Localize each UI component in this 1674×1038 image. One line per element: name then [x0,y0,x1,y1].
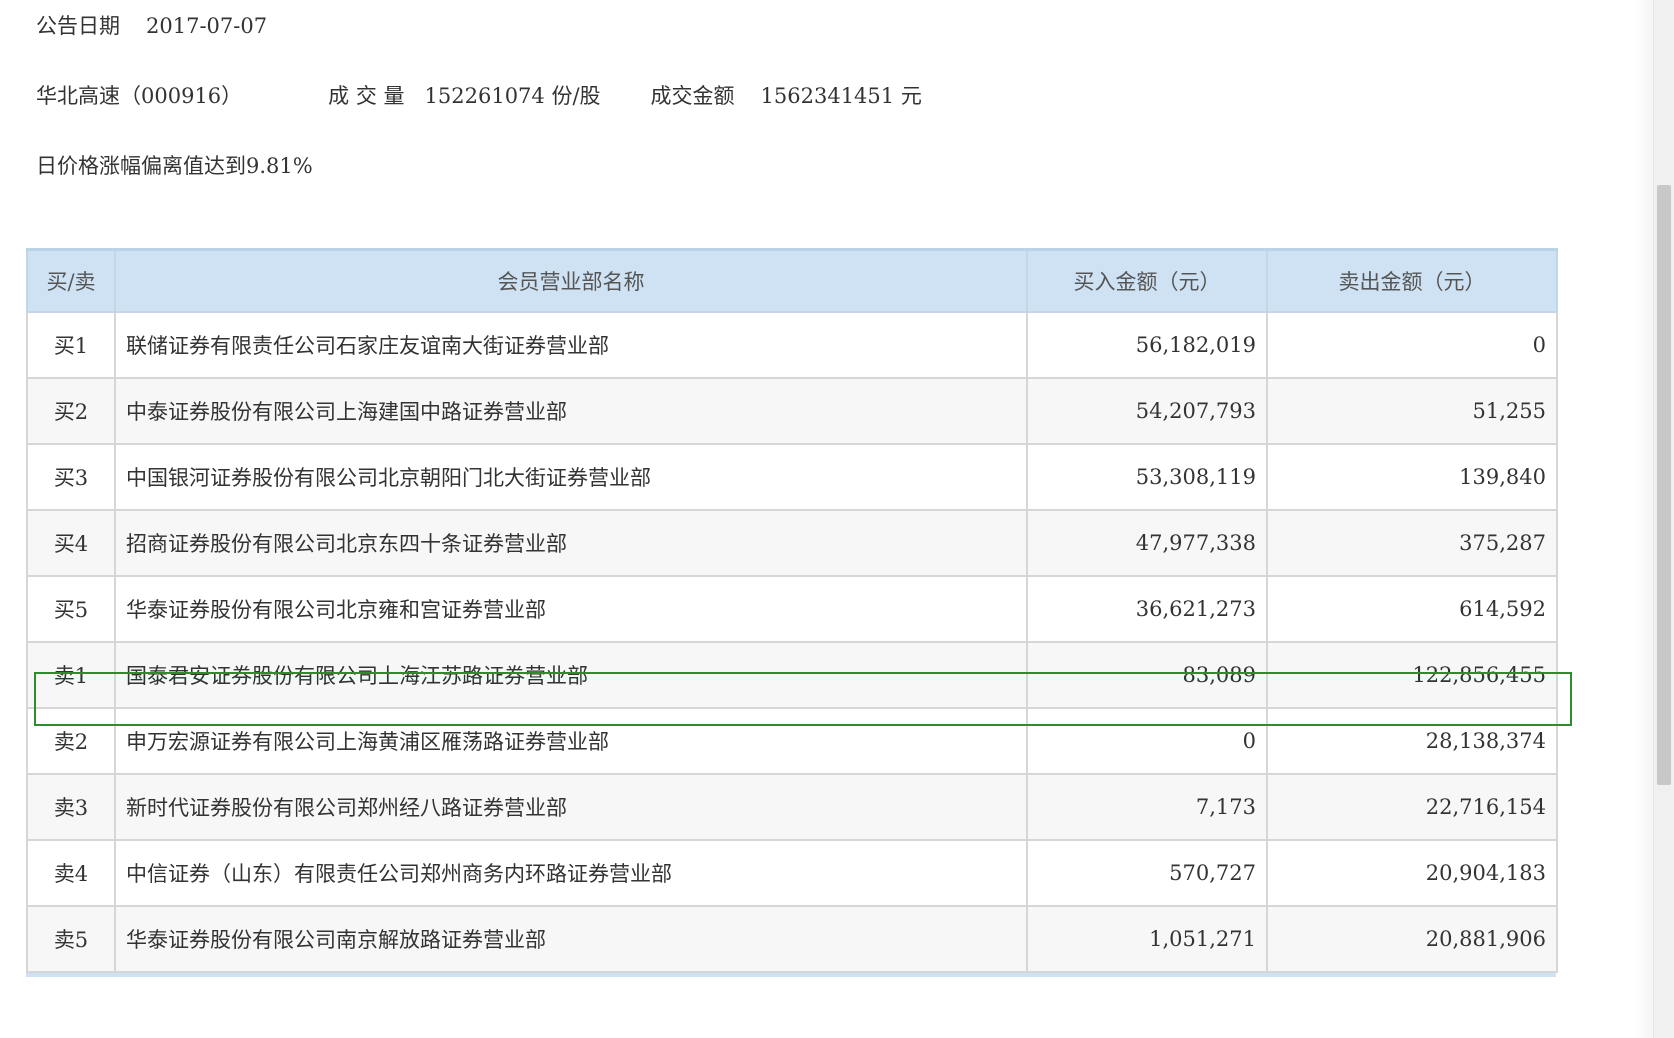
table-body: 买1 联储证券有限责任公司石家庄友谊南大街证券营业部 56,182,019 0 买2 中泰… [26,310,1558,973]
trading-seats-table-container: 买/卖 会员营业部名称 买入金额（元） 卖出金额（元） 买1 联储证券有限责任公司… [26,248,1558,977]
row-sell-amount: 375,287 [1266,508,1558,577]
row-sell-amount: 51,255 [1266,376,1558,445]
row-side: 卖5 [26,904,116,973]
row-branch-name: 中信证券（山东）有限责任公司郑州商务内环路证券营业部 [114,838,1028,907]
row-buy-amount: 54,207,793 [1026,376,1268,445]
announcement-date-value: 2017-07-07 [146,14,268,38]
row-sell-amount: 28,138,374 [1266,706,1558,775]
header-side: 买/卖 [26,248,116,313]
row-buy-amount: 83,089 [1026,640,1268,709]
listing-reason: 日价格涨幅偏离值达到9.81% [36,154,313,178]
stock-name-code: 华北高速（000916） [36,84,243,108]
volume-label: 成 交 量 [328,84,405,108]
stock-summary-line: 华北高速（000916） 成 交 量 152261074 份/股 成交金额 156234… [36,80,922,110]
row-side: 买4 [26,508,116,577]
table-row: 买5 华泰证券股份有限公司北京雍和宫证券营业部 36,621,273 614,592 [26,574,1558,643]
row-branch-name: 中泰证券股份有限公司上海建国中路证券营业部 [114,376,1028,445]
row-buy-amount: 7,173 [1026,772,1268,841]
row-sell-amount: 139,840 [1266,442,1558,511]
table-row: 买2 中泰证券股份有限公司上海建国中路证券营业部 54,207,793 51,255 [26,376,1558,445]
table-header-row: 买/卖 会员营业部名称 买入金额（元） 卖出金额（元） [26,248,1558,313]
row-sell-amount: 0 [1266,310,1558,379]
row-buy-amount: 0 [1026,706,1268,775]
row-buy-amount: 56,182,019 [1026,310,1268,379]
trading-seats-table: 买/卖 会员营业部名称 买入金额（元） 卖出金额（元） 买1 联储证券有限责任公司… [26,248,1558,973]
row-branch-name: 中国银河证券股份有限公司北京朝阳门北大街证券营业部 [114,442,1028,511]
amount-value: 1562341451 元 [760,84,922,108]
amount-label: 成交金额 [650,84,735,108]
row-side: 买1 [26,310,116,379]
row-side: 卖4 [26,838,116,907]
table-row: 卖1 国泰君安证券股份有限公司上海江苏路证券营业部 83,089 122,856,45… [26,640,1558,709]
row-buy-amount: 53,308,119 [1026,442,1268,511]
table-row: 买3 中国银河证券股份有限公司北京朝阳门北大街证券营业部 53,308,119 139… [26,442,1558,511]
header-buy-amount: 买入金额（元） [1026,248,1268,313]
row-buy-amount: 1,051,271 [1026,904,1268,973]
row-sell-amount: 20,904,183 [1266,838,1558,907]
row-branch-name: 招商证券股份有限公司北京东四十条证券营业部 [114,508,1028,577]
row-branch-name: 新时代证券股份有限公司郑州经八路证券营业部 [114,772,1028,841]
row-side: 卖1 [26,640,116,709]
table-row: 买4 招商证券股份有限公司北京东四十条证券营业部 47,977,338 375,287 [26,508,1558,577]
row-sell-amount: 122,856,455 [1266,640,1558,709]
row-branch-name: 联储证券有限责任公司石家庄友谊南大街证券营业部 [114,310,1028,379]
table-row: 卖3 新时代证券股份有限公司郑州经八路证券营业部 7,173 22,716,154 [26,772,1558,841]
volume-value: 152261074 份/股 [424,84,601,108]
row-side: 买3 [26,442,116,511]
row-side: 卖3 [26,772,116,841]
table-row: 卖2 申万宏源证券有限公司上海黄浦区雁荡路证券营业部 0 28,138,374 [26,706,1558,775]
announcement-date-line: 公告日期 2017-07-07 [36,10,267,40]
row-buy-amount: 47,977,338 [1026,508,1268,577]
row-sell-amount: 22,716,154 [1266,772,1558,841]
row-side: 买2 [26,376,116,445]
row-sell-amount: 20,881,906 [1266,904,1558,973]
table-row: 买1 联储证券有限责任公司石家庄友谊南大街证券营业部 56,182,019 0 [26,310,1558,379]
row-buy-amount: 36,621,273 [1026,574,1268,643]
header-sell-amount: 卖出金额（元） [1266,248,1558,313]
table-row: 卖4 中信证券（山东）有限责任公司郑州商务内环路证券营业部 570,727 20,90… [26,838,1558,907]
row-side: 买5 [26,574,116,643]
row-side: 卖2 [26,706,116,775]
row-buy-amount: 570,727 [1026,838,1268,907]
row-branch-name: 国泰君安证券股份有限公司上海江苏路证券营业部 [114,640,1028,709]
table-row: 卖5 华泰证券股份有限公司南京解放路证券营业部 1,051,271 20,881,90… [26,904,1558,973]
scrollbar-thumb[interactable] [1657,185,1671,785]
page-edge-shadow [1636,0,1654,1038]
row-branch-name: 华泰证券股份有限公司北京雍和宫证券营业部 [114,574,1028,643]
announcement-date-label: 公告日期 [36,14,120,38]
vertical-scrollbar[interactable] [1653,0,1674,1038]
row-branch-name: 申万宏源证券有限公司上海黄浦区雁荡路证券营业部 [114,706,1028,775]
header-branch-name: 会员营业部名称 [114,248,1028,313]
row-sell-amount: 614,592 [1266,574,1558,643]
row-branch-name: 华泰证券股份有限公司南京解放路证券营业部 [114,904,1028,973]
